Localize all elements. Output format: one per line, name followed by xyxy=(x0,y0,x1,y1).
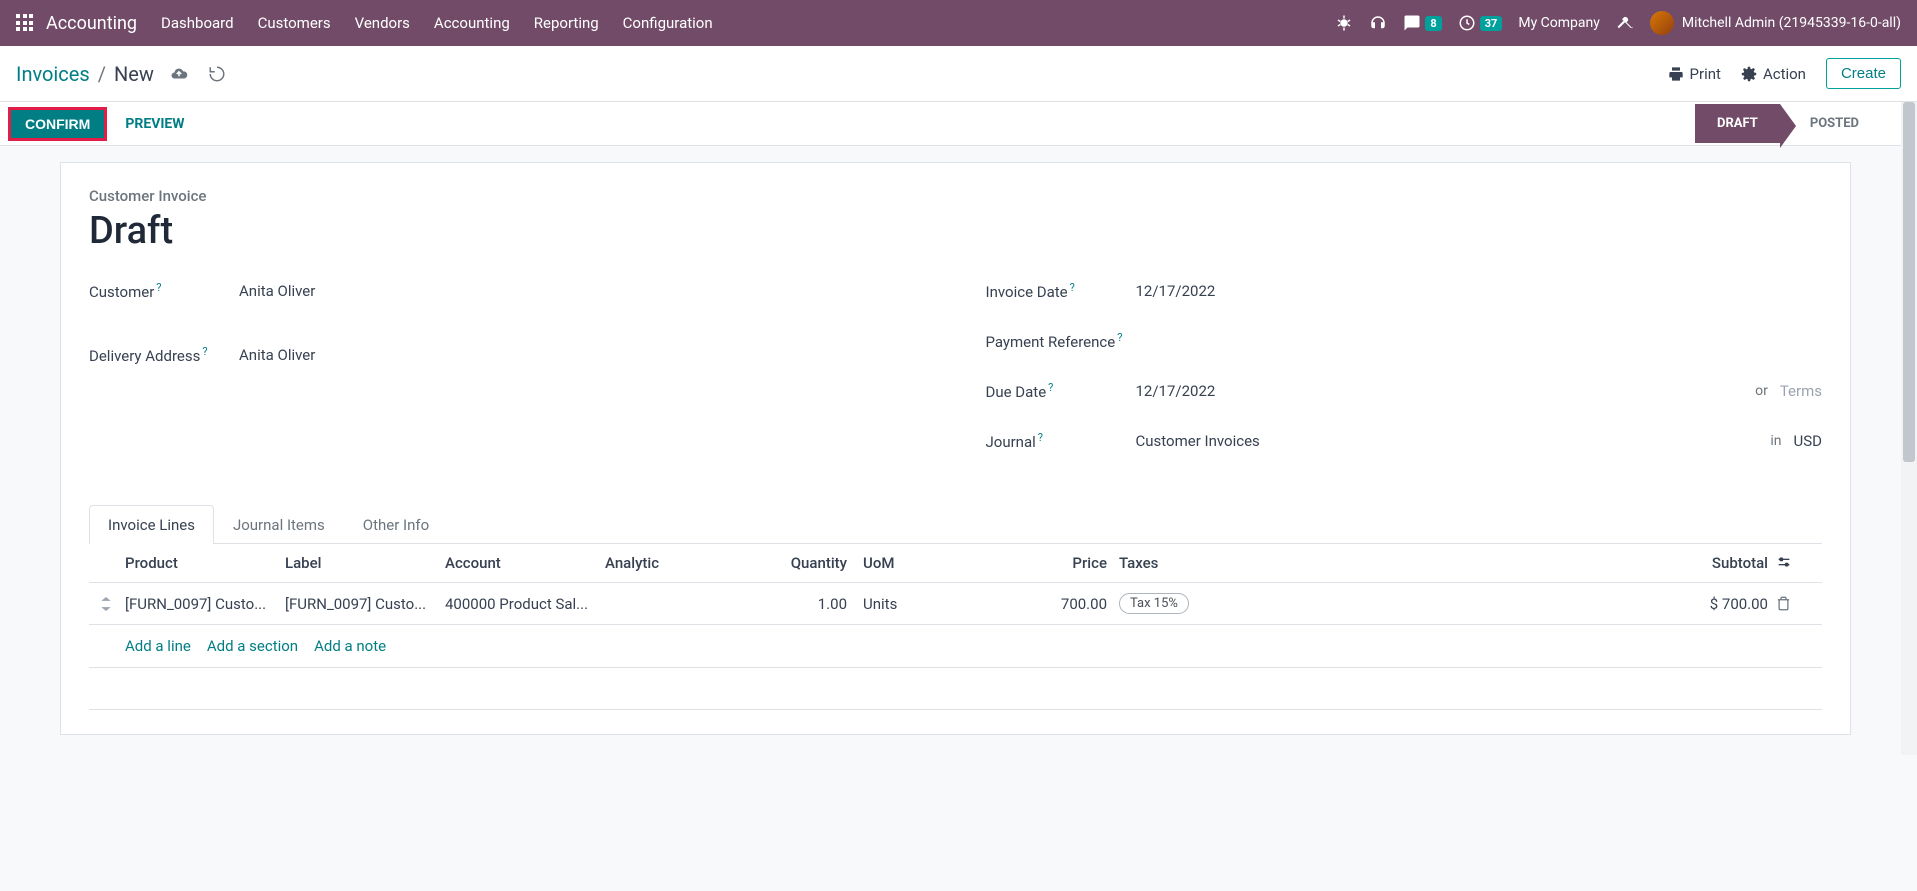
scroll-thumb[interactable] xyxy=(1903,102,1915,462)
statusbar: CONFIRM PREVIEW DRAFT POSTED xyxy=(0,102,1901,146)
label-due-date: Due Date? xyxy=(986,381,1136,401)
tools-icon[interactable] xyxy=(1616,14,1634,32)
sheet-heading: Draft xyxy=(89,209,1822,253)
create-button[interactable]: Create xyxy=(1826,58,1901,89)
cell-subtotal: $ 700.00 xyxy=(1205,595,1776,613)
help-icon[interactable]: ? xyxy=(1038,431,1043,444)
breadcrumb: Invoices / New xyxy=(16,62,154,86)
main-menu: Dashboard Customers Vendors Accounting R… xyxy=(161,14,713,32)
print-button[interactable]: Print xyxy=(1668,65,1721,83)
tabs: Invoice Lines Journal Items Other Info xyxy=(89,505,1822,544)
cell-uom[interactable]: Units xyxy=(855,595,945,613)
cell-price[interactable]: 700.00 xyxy=(945,595,1115,613)
label-customer: Customer? xyxy=(89,281,239,301)
field-terms[interactable]: Terms xyxy=(1780,382,1822,400)
menu-accounting[interactable]: Accounting xyxy=(434,14,510,32)
th-product[interactable]: Product xyxy=(125,554,285,572)
due-or-label: or xyxy=(1755,383,1768,399)
field-delivery-address[interactable]: Anita Oliver xyxy=(239,346,315,364)
sheet-title: Customer Invoice xyxy=(89,187,1822,205)
user-name: Mitchell Admin (21945339-16-0-all) xyxy=(1682,15,1901,31)
cell-taxes[interactable]: Tax 15% xyxy=(1115,593,1205,614)
th-label[interactable]: Label xyxy=(285,554,445,572)
cell-account[interactable]: 400000 Product Sal... xyxy=(445,595,605,613)
field-journal[interactable]: Customer Invoices xyxy=(1136,432,1260,450)
th-price[interactable]: Price xyxy=(945,554,1115,572)
cell-qty[interactable]: 1.00 xyxy=(755,595,855,613)
brand[interactable]: Accounting xyxy=(46,13,137,34)
help-icon[interactable]: ? xyxy=(1048,381,1053,394)
help-icon[interactable]: ? xyxy=(1070,281,1075,294)
breadcrumb-sep: / xyxy=(98,62,106,86)
th-options-icon[interactable] xyxy=(1776,554,1810,572)
invoice-lines-table: Product Label Account Analytic Quantity … xyxy=(89,544,1822,710)
field-due-date[interactable]: 12/17/2022 xyxy=(1136,382,1216,400)
messages-count: 8 xyxy=(1425,16,1441,31)
th-subtotal[interactable]: Subtotal xyxy=(1205,554,1776,572)
control-panel: Invoices / New Print Action Create xyxy=(0,46,1917,102)
menu-dashboard[interactable]: Dashboard xyxy=(161,14,234,32)
breadcrumb-current: New xyxy=(114,62,154,86)
journal-in-label: in xyxy=(1770,433,1781,449)
th-uom[interactable]: UoM xyxy=(855,554,945,572)
th-account[interactable]: Account xyxy=(445,554,605,572)
delete-row-icon[interactable] xyxy=(1776,596,1810,611)
cell-product[interactable]: [FURN_0097] Custo... xyxy=(125,595,285,613)
add-line-button[interactable]: Add a line xyxy=(125,637,191,655)
help-icon[interactable]: ? xyxy=(202,345,207,358)
activities-count: 37 xyxy=(1480,16,1503,31)
menu-customers[interactable]: Customers xyxy=(258,14,331,32)
avatar xyxy=(1650,11,1674,35)
tab-other-info[interactable]: Other Info xyxy=(344,505,448,544)
menu-configuration[interactable]: Configuration xyxy=(623,14,713,32)
tab-invoice-lines[interactable]: Invoice Lines xyxy=(89,505,214,544)
menu-vendors[interactable]: Vendors xyxy=(355,14,410,32)
print-icon xyxy=(1668,66,1684,82)
company-switcher[interactable]: My Company xyxy=(1518,15,1600,31)
tab-journal-items[interactable]: Journal Items xyxy=(214,505,344,544)
gear-icon xyxy=(1741,66,1757,82)
scrollbar[interactable] xyxy=(1901,102,1917,755)
breadcrumb-root[interactable]: Invoices xyxy=(16,62,90,86)
field-currency[interactable]: USD xyxy=(1794,432,1822,450)
status-draft[interactable]: DRAFT xyxy=(1695,104,1780,143)
apps-icon[interactable] xyxy=(16,14,34,32)
label-payment-reference: Payment Reference? xyxy=(986,331,1136,351)
table-row[interactable]: [FURN_0097] Custo... [FURN_0097] Custo..… xyxy=(89,583,1822,625)
topnav: Accounting Dashboard Customers Vendors A… xyxy=(0,0,1917,46)
add-note-button[interactable]: Add a note xyxy=(314,637,386,655)
discard-icon[interactable] xyxy=(208,65,226,83)
status-posted[interactable]: POSTED xyxy=(1780,104,1881,143)
label-invoice-date: Invoice Date? xyxy=(986,281,1136,301)
action-button[interactable]: Action xyxy=(1741,65,1806,83)
preview-button[interactable]: PREVIEW xyxy=(125,116,184,132)
user-menu[interactable]: Mitchell Admin (21945339-16-0-all) xyxy=(1650,11,1901,35)
cell-label[interactable]: [FURN_0097] Custo... xyxy=(285,595,445,613)
bug-icon[interactable] xyxy=(1335,14,1353,32)
menu-reporting[interactable]: Reporting xyxy=(534,14,599,32)
th-taxes[interactable]: Taxes xyxy=(1115,554,1205,572)
field-invoice-date[interactable]: 12/17/2022 xyxy=(1136,282,1216,300)
drag-handle-icon[interactable] xyxy=(101,597,125,611)
add-section-button[interactable]: Add a section xyxy=(207,637,298,655)
activities-button[interactable]: 37 xyxy=(1458,14,1503,32)
help-icon[interactable]: ? xyxy=(1117,331,1122,344)
support-icon[interactable] xyxy=(1369,14,1387,32)
cloud-save-icon[interactable] xyxy=(170,65,188,83)
help-icon[interactable]: ? xyxy=(156,281,161,294)
th-analytic[interactable]: Analytic xyxy=(605,554,755,572)
confirm-button[interactable]: CONFIRM xyxy=(8,107,107,141)
messages-button[interactable]: 8 xyxy=(1403,14,1441,32)
th-quantity[interactable]: Quantity xyxy=(755,554,855,572)
field-customer[interactable]: Anita Oliver xyxy=(239,282,315,300)
form-sheet: Customer Invoice Draft Customer? Anita O… xyxy=(60,162,1851,735)
status-stages: DRAFT POSTED xyxy=(1695,104,1881,143)
label-delivery-address: Delivery Address? xyxy=(89,345,239,365)
label-journal: Journal? xyxy=(986,431,1136,451)
